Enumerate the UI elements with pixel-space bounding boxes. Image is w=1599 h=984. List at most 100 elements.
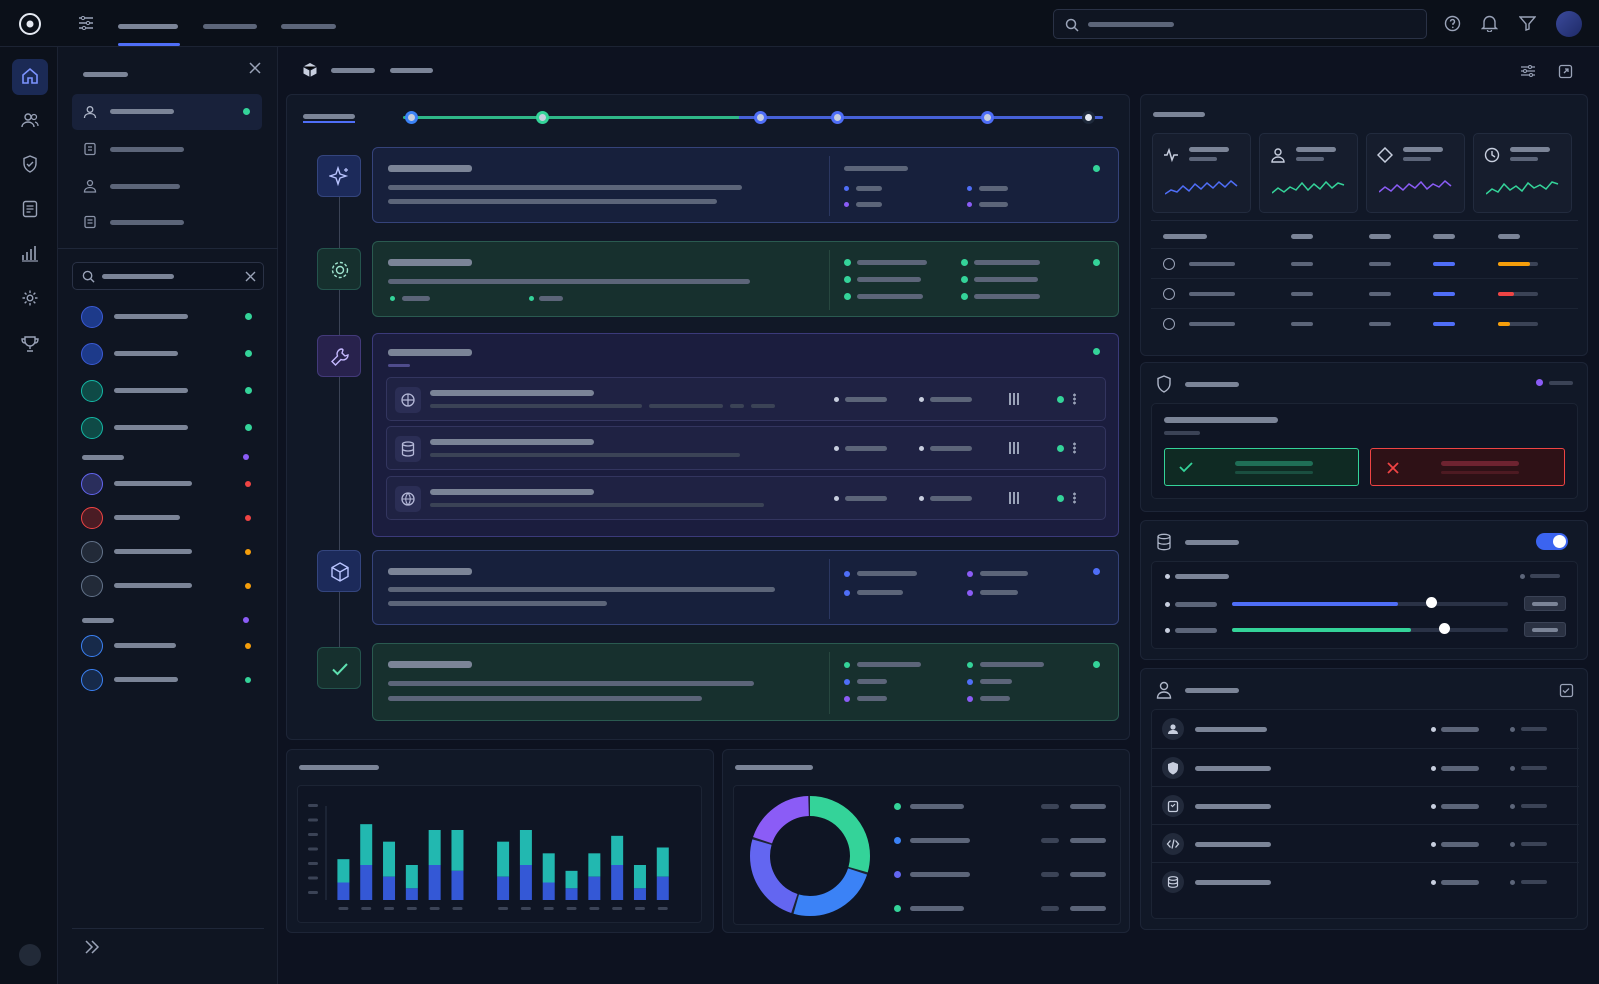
subtask-row[interactable]	[386, 377, 1106, 421]
metric-card[interactable]	[1259, 133, 1358, 213]
list-item[interactable]	[72, 339, 264, 369]
storage-panel	[1140, 520, 1588, 660]
clear-icon[interactable]	[245, 271, 256, 282]
progress-point[interactable]	[405, 111, 418, 124]
analytics-icon[interactable]	[21, 244, 39, 262]
users-icon[interactable]	[21, 112, 39, 128]
bar-segment-bottom	[405, 888, 418, 900]
progress-point[interactable]	[754, 111, 767, 124]
more-icon[interactable]	[1073, 442, 1076, 454]
help-icon[interactable]	[1444, 15, 1461, 32]
table-row[interactable]	[1151, 278, 1578, 308]
reject-button[interactable]	[1370, 448, 1565, 486]
sidebar-nav-item-3[interactable]	[72, 168, 262, 204]
subtask-row[interactable]	[386, 476, 1106, 520]
subtask-row[interactable]	[386, 426, 1106, 470]
more-icon[interactable]	[1073, 393, 1076, 405]
document-icon[interactable]	[22, 200, 38, 218]
settings-icon[interactable]	[21, 289, 39, 307]
close-icon[interactable]	[249, 62, 261, 74]
list-item[interactable]	[72, 503, 264, 533]
list-item[interactable]	[72, 571, 264, 601]
column-header	[1291, 234, 1313, 239]
shield-icon[interactable]	[22, 155, 38, 173]
stage-2-node[interactable]	[317, 248, 361, 290]
status-dot	[1093, 348, 1100, 355]
stage-5-node[interactable]	[317, 647, 361, 689]
metric-card[interactable]	[1366, 133, 1465, 213]
avatar[interactable]	[1556, 11, 1582, 37]
more-icon[interactable]	[1073, 492, 1076, 504]
breadcrumb-2[interactable]	[390, 68, 433, 73]
list-item[interactable]	[72, 631, 264, 661]
trophy-icon[interactable]	[21, 335, 39, 352]
sliders-icon[interactable]	[1520, 64, 1536, 78]
list-item[interactable]	[72, 469, 264, 499]
sidebar-nav-item-4[interactable]	[72, 204, 262, 240]
stage-1-node[interactable]	[317, 155, 361, 197]
progress-point[interactable]	[536, 111, 549, 124]
user-row[interactable]	[1152, 862, 1579, 900]
logo-icon[interactable]	[18, 12, 42, 36]
pipeline-title	[303, 114, 355, 119]
slider-track[interactable]	[1232, 628, 1508, 632]
wrench-icon	[329, 346, 351, 368]
filter-icon[interactable]	[1519, 15, 1536, 31]
stage-card-5[interactable]	[372, 643, 1119, 721]
progress-point[interactable]	[831, 111, 844, 124]
list-item[interactable]	[72, 537, 264, 567]
chart-title	[735, 765, 813, 770]
user-row[interactable]	[1152, 748, 1579, 786]
stage-4-node[interactable]	[317, 550, 361, 592]
expand-icon[interactable]	[84, 940, 100, 954]
table-row[interactable]	[1151, 248, 1578, 278]
slider-track[interactable]	[1232, 602, 1508, 606]
stage-card-2[interactable]	[372, 241, 1119, 317]
active-tab-indicator	[118, 43, 180, 46]
slider-handle[interactable]	[1425, 597, 1437, 608]
menu-icon[interactable]	[78, 16, 94, 30]
pause-icon[interactable]	[1009, 442, 1019, 454]
y-tick-label	[308, 862, 318, 865]
tab-1[interactable]	[118, 20, 180, 46]
list-item[interactable]	[72, 302, 264, 332]
progress-point[interactable]	[1082, 111, 1095, 124]
donut-legend	[894, 796, 1114, 932]
sidebar-search-input[interactable]	[72, 262, 264, 290]
sidebar-nav-item-1[interactable]	[72, 94, 262, 130]
slider-handle[interactable]	[1439, 623, 1451, 634]
storage-toggle[interactable]	[1536, 533, 1568, 550]
user-row[interactable]	[1152, 786, 1579, 824]
export-icon[interactable]	[1558, 64, 1573, 79]
stage-card-4[interactable]	[372, 550, 1119, 625]
list-item[interactable]	[72, 665, 264, 695]
rail-home[interactable]	[12, 59, 48, 95]
progress-point[interactable]	[981, 111, 994, 124]
user-row[interactable]	[1152, 710, 1579, 748]
tab-2[interactable]	[203, 20, 257, 32]
list-item[interactable]	[72, 413, 264, 443]
pause-icon[interactable]	[1009, 492, 1019, 504]
icon-rail	[0, 47, 58, 984]
breadcrumb-1[interactable]	[331, 68, 375, 73]
metric-card[interactable]	[1152, 133, 1251, 213]
list-item[interactable]	[72, 376, 264, 406]
stage-card-1[interactable]	[372, 147, 1119, 223]
stage-card-3[interactable]	[372, 333, 1119, 537]
approve-button[interactable]	[1164, 448, 1359, 486]
approval-title	[1164, 417, 1278, 423]
user-avatar[interactable]	[19, 944, 41, 966]
sidebar-nav-item-2[interactable]	[72, 131, 262, 167]
checklist-icon[interactable]	[1559, 683, 1574, 698]
user-row[interactable]	[1152, 824, 1579, 862]
stage-3-node[interactable]	[317, 335, 361, 377]
metric-card[interactable]	[1473, 133, 1572, 213]
bell-icon[interactable]	[1481, 14, 1498, 32]
table-row[interactable]	[1151, 308, 1578, 338]
panel-title	[1185, 540, 1239, 545]
tab-3[interactable]	[281, 20, 336, 32]
divider	[829, 250, 830, 310]
pause-icon[interactable]	[1009, 393, 1019, 405]
legend-label	[910, 804, 964, 809]
search-input[interactable]	[1053, 9, 1427, 39]
